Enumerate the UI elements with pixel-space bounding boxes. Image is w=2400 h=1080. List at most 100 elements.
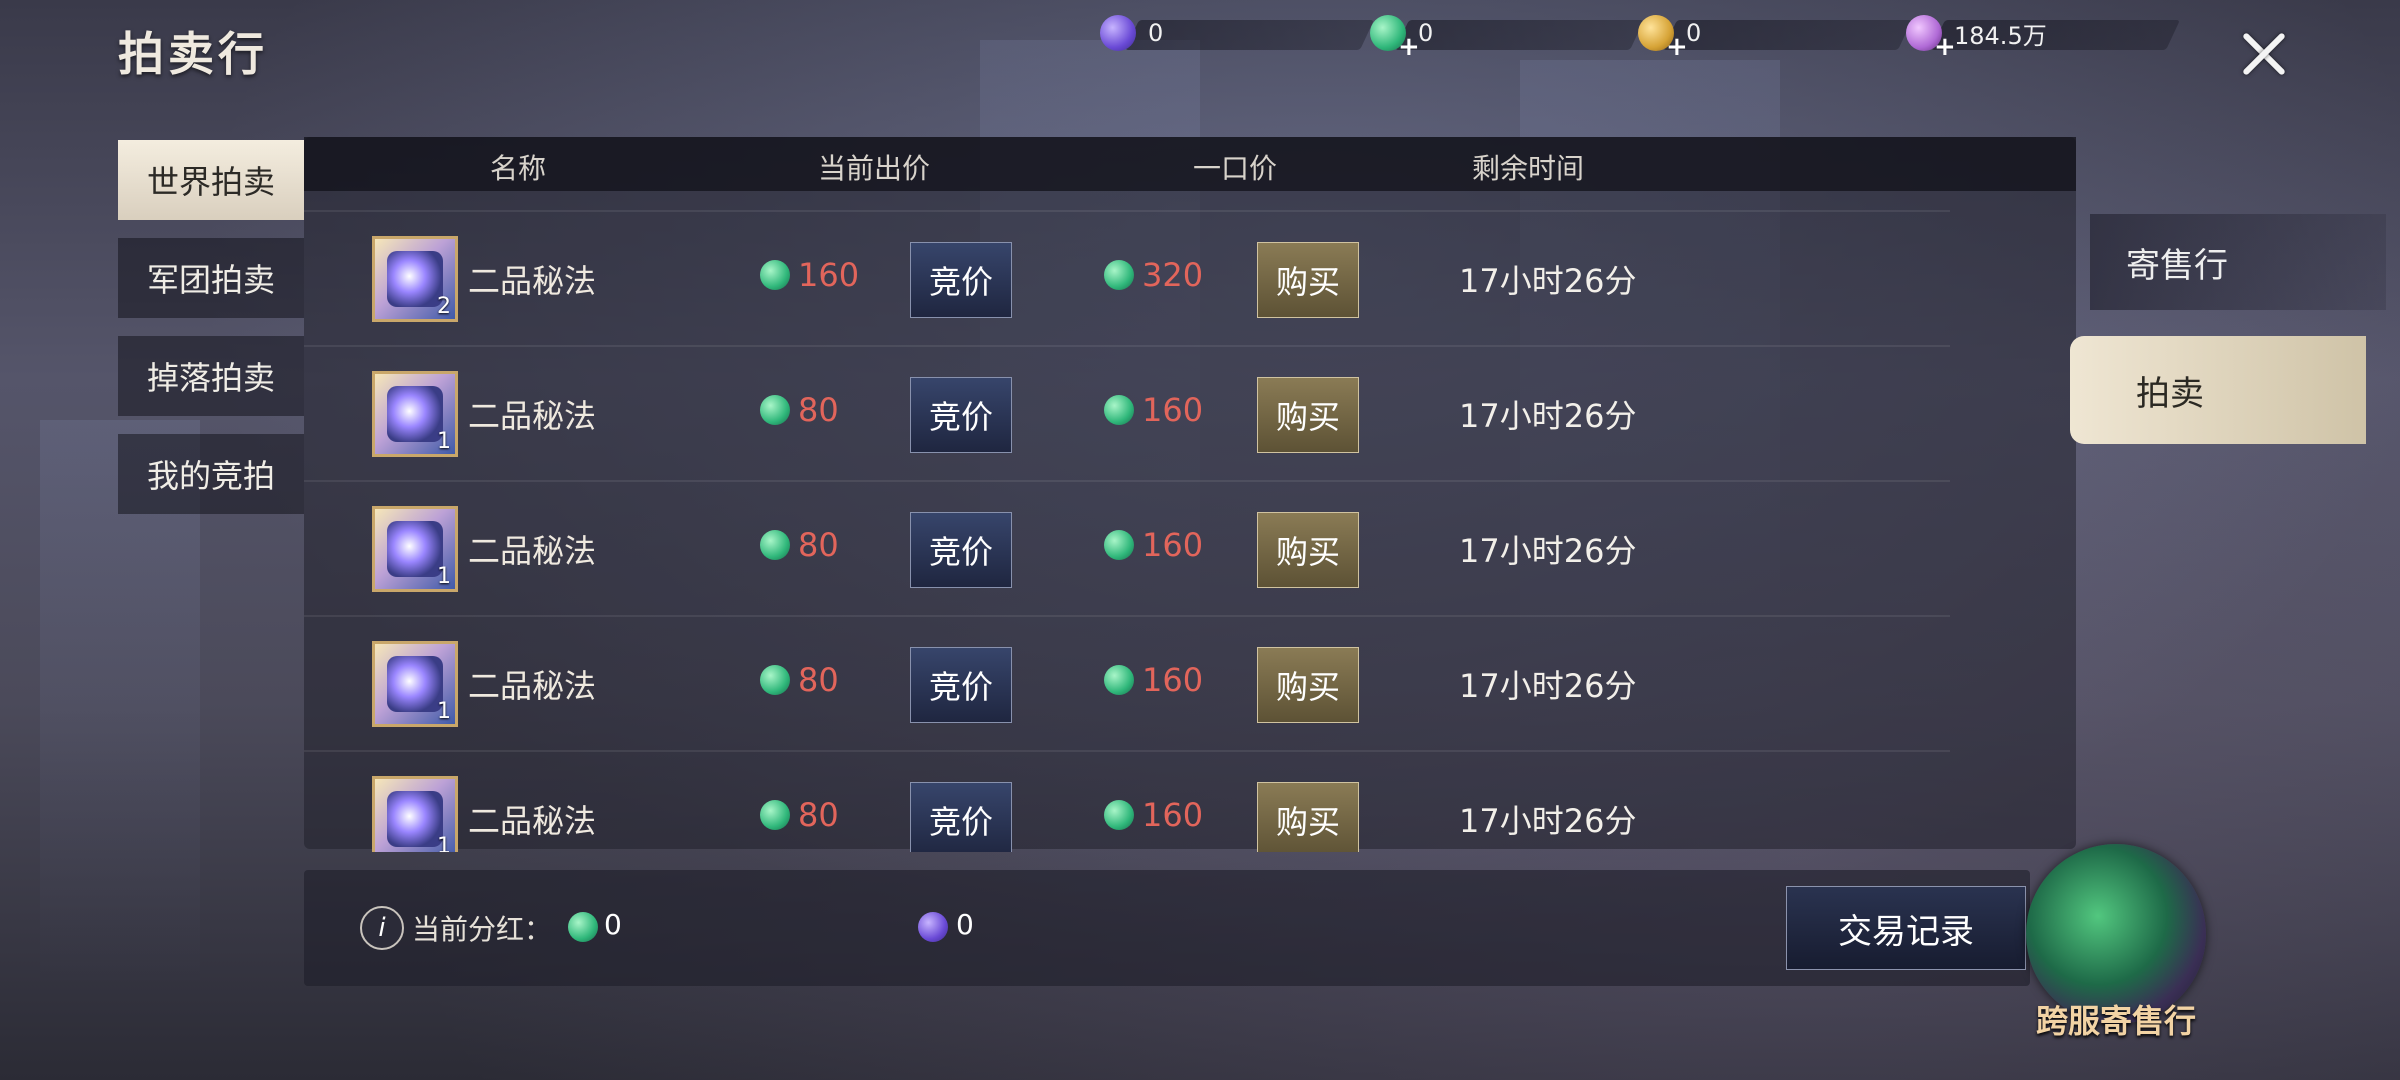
- buy-button[interactable]: 购买: [1257, 242, 1359, 318]
- tab-my-bids[interactable]: 我的竞拍: [118, 434, 304, 514]
- buy-button[interactable]: 购买: [1257, 782, 1359, 852]
- current-bid: 80: [760, 526, 839, 564]
- item-count: 1: [437, 429, 451, 454]
- current-bid-value: 80: [798, 526, 839, 564]
- item-name: 二品秘法: [468, 667, 597, 705]
- item-chest-icon[interactable]: 2: [372, 236, 458, 322]
- green-jade-icon: [1104, 395, 1134, 425]
- auction-category-tabs: 世界拍卖 军团拍卖 掉落拍卖 我的竞拍: [118, 140, 304, 532]
- cross-server-consignment-label: 跨服寄售行: [2036, 1002, 2197, 1040]
- tab-auction[interactable]: 拍卖: [2070, 336, 2366, 444]
- item-chest-icon[interactable]: 1: [372, 641, 458, 727]
- currency-violet[interactable]: + 184.5万: [1906, 14, 2180, 62]
- buyout-value: 320: [1142, 256, 1204, 294]
- current-bid-value: 80: [798, 796, 839, 834]
- purple-gem-icon: [918, 912, 948, 942]
- chest-icon: [387, 791, 443, 847]
- table-row[interactable]: 2 二品秘法 160 竞价 320 购买 17小时26分: [304, 210, 1950, 346]
- item-chest-icon[interactable]: 1: [372, 506, 458, 592]
- item-chest-icon[interactable]: 1: [372, 776, 458, 852]
- plus-icon[interactable]: +: [1934, 32, 1956, 62]
- table-header: [304, 137, 2076, 191]
- currency-value: 184.5万: [1954, 21, 2047, 50]
- currency-value: 0: [1418, 19, 1434, 47]
- current-bid-value: 160: [798, 256, 860, 294]
- current-bid-value: 80: [798, 661, 839, 699]
- current-bid: 160: [760, 256, 859, 294]
- dividend-green-value: 0: [604, 908, 622, 941]
- item-count: 1: [437, 564, 451, 589]
- info-icon[interactable]: i: [360, 906, 404, 950]
- currency-purple: 0: [1100, 14, 1374, 52]
- column-header-remaining-time: 剩余时间: [1472, 152, 1585, 185]
- currency-value: 0: [1148, 19, 1164, 47]
- item-name: 二品秘法: [468, 397, 597, 435]
- green-jade-icon: [760, 395, 790, 425]
- currency-gold[interactable]: + 0: [1638, 14, 1912, 62]
- column-header-name: 名称: [490, 152, 547, 185]
- tab-drop-auction[interactable]: 掉落拍卖: [118, 336, 304, 416]
- dividend-label: 当前分红：: [412, 913, 553, 946]
- green-jade-icon: [1104, 260, 1134, 290]
- green-jade-icon: [760, 800, 790, 830]
- bid-button[interactable]: 竞价: [910, 377, 1012, 453]
- column-header-buyout: 一口价: [1193, 152, 1278, 185]
- plus-icon[interactable]: +: [1398, 32, 1420, 62]
- item-name: 二品秘法: [468, 262, 597, 300]
- chest-icon: [387, 521, 443, 577]
- table-row[interactable]: 1 二品秘法 80 竞价 160 购买 17小时26分: [304, 615, 1950, 751]
- bid-button[interactable]: 竞价: [910, 647, 1012, 723]
- item-chest-icon[interactable]: 1: [372, 371, 458, 457]
- green-jade-icon: [1104, 800, 1134, 830]
- remaining-time: 17小时26分: [1459, 262, 1637, 300]
- buyout-value: 160: [1142, 391, 1204, 429]
- current-bid: 80: [760, 661, 839, 699]
- bid-button[interactable]: 竞价: [910, 242, 1012, 318]
- dividend-purple-value: 0: [956, 908, 974, 941]
- table-row[interactable]: 1 二品秘法 80 竞价 160 购买 17小时26分: [304, 345, 1950, 481]
- item-count: 1: [437, 834, 451, 852]
- chest-icon: [387, 251, 443, 307]
- green-jade-icon: [760, 530, 790, 560]
- column-header-current-bid: 当前出价: [818, 152, 931, 185]
- buyout-price: 160: [1104, 796, 1203, 834]
- buyout-value: 160: [1142, 796, 1204, 834]
- bid-button[interactable]: 竞价: [910, 512, 1012, 588]
- item-name: 二品秘法: [468, 802, 597, 840]
- green-jade-icon: [568, 912, 598, 942]
- tab-world-auction[interactable]: 世界拍卖: [118, 140, 304, 220]
- buyout-price: 320: [1104, 256, 1203, 294]
- close-icon[interactable]: [2232, 22, 2296, 86]
- page-title: 拍卖行: [118, 27, 268, 81]
- table-row[interactable]: 1 二品秘法 80 竞价 160 购买 17小时26分: [304, 480, 1950, 616]
- item-count: 1: [437, 699, 451, 724]
- table-row[interactable]: 1 二品秘法 80 竞价 160 购买 17小时26分: [304, 750, 1950, 852]
- cross-server-consignment-button[interactable]: 跨服寄售行: [2016, 828, 2228, 1040]
- currency-green[interactable]: + 0: [1370, 14, 1644, 62]
- buyout-price: 160: [1104, 526, 1203, 564]
- buyout-value: 160: [1142, 661, 1204, 699]
- chest-icon: [387, 656, 443, 712]
- remaining-time: 17小时26分: [1459, 802, 1637, 840]
- chest-icon: [387, 386, 443, 442]
- buy-button[interactable]: 购买: [1257, 647, 1359, 723]
- buy-button[interactable]: 购买: [1257, 512, 1359, 588]
- green-jade-icon: [1104, 665, 1134, 695]
- remaining-time: 17小时26分: [1459, 397, 1637, 435]
- tab-consignment[interactable]: 寄售行: [2090, 214, 2386, 310]
- purple-gem-icon: [1100, 15, 1136, 51]
- dividend-footer: [304, 870, 2030, 986]
- remaining-time: 17小时26分: [1459, 667, 1637, 705]
- green-jade-icon: [760, 260, 790, 290]
- current-bid: 80: [760, 796, 839, 834]
- bid-button[interactable]: 竞价: [910, 782, 1012, 852]
- buyout-value: 160: [1142, 526, 1204, 564]
- item-name: 二品秘法: [468, 532, 597, 570]
- plus-icon[interactable]: +: [1666, 32, 1688, 62]
- trade-record-button[interactable]: 交易记录: [1786, 886, 2026, 970]
- buyout-price: 160: [1104, 391, 1203, 429]
- buy-button[interactable]: 购买: [1257, 377, 1359, 453]
- current-bid-value: 80: [798, 391, 839, 429]
- currency-value: 0: [1686, 19, 1702, 47]
- tab-legion-auction[interactable]: 军团拍卖: [118, 238, 304, 318]
